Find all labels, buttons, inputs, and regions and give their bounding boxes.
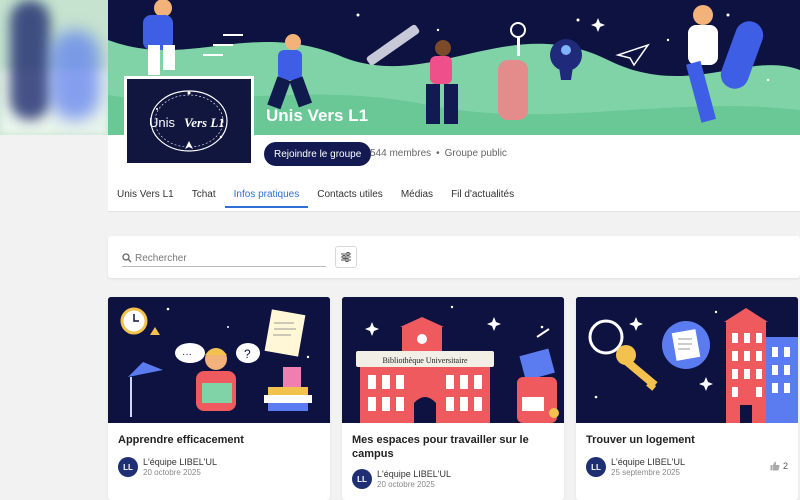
tab-unis-vers-l1[interactable]: Unis Vers L1 xyxy=(108,180,183,208)
search-field xyxy=(122,250,326,267)
card-title: Trouver un logement xyxy=(586,434,695,446)
member-count: 544 membres xyxy=(370,148,432,159)
card-illustration xyxy=(576,297,798,423)
search-input[interactable] xyxy=(135,252,315,264)
group-logo: Unis Vers L1 xyxy=(124,76,254,166)
card-illustration: ··· ? xyxy=(108,297,330,423)
background-blur xyxy=(0,0,108,135)
author-name: L'équipe LIBEL'UL xyxy=(377,469,451,479)
tab-contacts-utiles[interactable]: Contacts utiles xyxy=(308,180,392,208)
logo-text: Unis xyxy=(149,115,176,130)
like-button[interactable]: 2 xyxy=(770,461,788,471)
group-tabs: Unis Vers L1 Tchat Infos pratiques Conta… xyxy=(108,180,800,212)
search-bar xyxy=(108,236,800,278)
tab-tchat[interactable]: Tchat xyxy=(183,180,225,208)
filter-sliders-icon xyxy=(341,252,351,262)
meta-separator: • xyxy=(436,148,440,159)
post-date: 25 septembre 2025 xyxy=(611,468,680,477)
search-icon xyxy=(122,253,132,263)
author-name: L'équipe LIBEL'UL xyxy=(611,457,685,467)
library-sign-text: Bibliothèque Universitaire xyxy=(382,356,468,365)
join-group-button[interactable]: Rejoindre le groupe xyxy=(264,142,372,166)
avatar: LL xyxy=(586,457,606,477)
tab-infos-pratiques[interactable]: Infos pratiques xyxy=(224,180,309,208)
author-name: L'équipe LIBEL'UL xyxy=(143,457,217,467)
card-illustration: Bibliothèque Universitaire xyxy=(342,297,564,423)
tab-medias[interactable]: Médias xyxy=(392,180,442,208)
tab-fil-actualites[interactable]: Fil d'actualités xyxy=(442,180,523,208)
card-author: LL L'équipe LIBEL'UL 20 octobre 2025 xyxy=(118,457,217,477)
logo-text-italic: Vers L1 xyxy=(184,115,225,130)
group-title: Unis Vers L1 xyxy=(266,106,369,125)
group-header: Unis Vers L1 Unis Vers L1 Rejoindre le g… xyxy=(108,0,800,212)
filter-button[interactable] xyxy=(335,246,357,268)
card-title: Apprendre efficacement xyxy=(118,434,244,446)
article-card[interactable]: Trouver un logement LL L'équipe LIBEL'UL… xyxy=(576,297,798,500)
article-card[interactable]: Bibliothèque Universitaire Mes espaces p… xyxy=(342,297,564,500)
svg-text:?: ? xyxy=(244,347,251,361)
article-card[interactable]: ··· ? Apprendre efficacement LL L'équipe… xyxy=(108,297,330,500)
card-author: LL L'équipe LIBEL'UL 25 septembre 2025 xyxy=(586,457,685,477)
thumbs-up-icon xyxy=(770,461,780,471)
avatar: LL xyxy=(118,457,138,477)
group-visibility: Groupe public xyxy=(444,148,507,159)
post-date: 20 octobre 2025 xyxy=(143,468,201,477)
post-date: 20 octobre 2025 xyxy=(377,480,435,489)
group-meta: 544 membres • Groupe public xyxy=(370,148,507,159)
card-author: LL L'équipe LIBEL'UL 20 octobre 2025 xyxy=(352,469,451,489)
avatar: LL xyxy=(352,469,372,489)
svg-text:···: ··· xyxy=(182,349,192,360)
like-count: 2 xyxy=(782,461,788,471)
card-title: Mes espaces pour travailler sur le campu… xyxy=(352,434,529,460)
